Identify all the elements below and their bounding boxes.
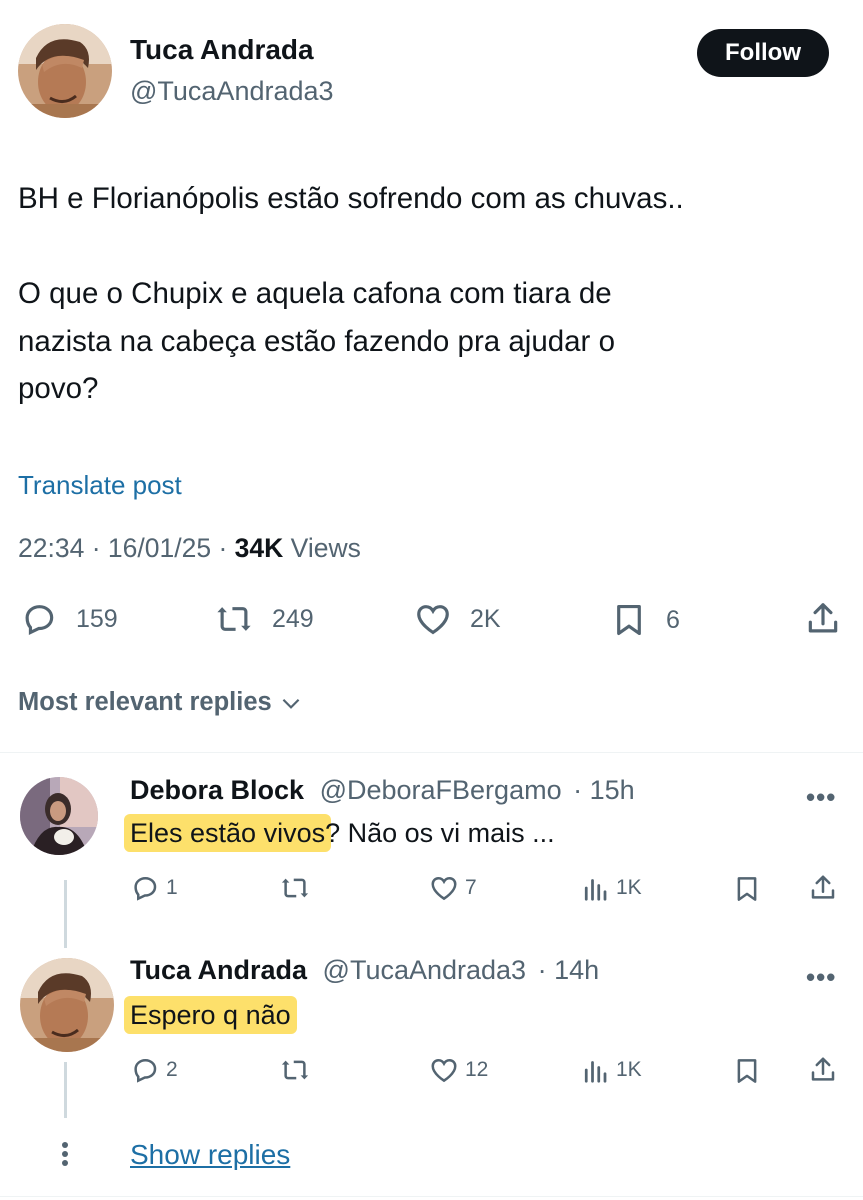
views-count: 1K xyxy=(616,876,642,899)
views-count: 34K xyxy=(234,533,284,563)
post-time[interactable]: 22:34 xyxy=(18,533,84,563)
post-text-line-4: povo? xyxy=(18,372,99,405)
show-replies-link[interactable]: Show replies xyxy=(130,1139,290,1171)
author-avatar[interactable] xyxy=(18,24,112,118)
thread-line xyxy=(64,1062,67,1118)
reply-action[interactable]: 1 xyxy=(130,873,178,903)
like-action[interactable]: 7 xyxy=(429,873,477,903)
share-icon xyxy=(811,1057,835,1081)
heart-icon xyxy=(417,605,449,635)
bookmark-action[interactable] xyxy=(732,873,762,905)
translate-post-link[interactable]: Translate post xyxy=(18,470,182,501)
more-options-icon[interactable]: ••• xyxy=(806,962,836,993)
reply-icon xyxy=(25,605,54,635)
share-action[interactable] xyxy=(808,1055,838,1085)
views-count: 1K xyxy=(616,1058,642,1081)
follow-button[interactable]: Follow xyxy=(697,29,829,77)
thread-continuation-icon xyxy=(61,1142,69,1169)
reply-action[interactable]: 159 xyxy=(20,600,118,638)
analytics-icon xyxy=(584,1061,607,1083)
bookmark-icon xyxy=(737,877,757,901)
divider xyxy=(0,1196,863,1197)
reply-text: Espero q não xyxy=(124,996,297,1034)
author-name[interactable]: Tuca Andrada xyxy=(130,34,314,66)
replies-sort-label: Most relevant replies xyxy=(18,688,272,716)
reply-count: 159 xyxy=(76,604,118,633)
like-count: 2K xyxy=(470,604,501,633)
meta-separator: · xyxy=(91,533,101,563)
repost-icon xyxy=(281,878,309,898)
reply-author-handle[interactable]: @DeboraFBergamo xyxy=(320,775,562,805)
post-date[interactable]: 16/01/25 xyxy=(108,533,211,563)
replies-sort-dropdown[interactable]: Most relevant replies xyxy=(18,688,304,717)
bookmark-icon xyxy=(737,1059,757,1083)
repost-action[interactable] xyxy=(279,873,317,903)
bookmark-action[interactable]: 6 xyxy=(610,600,680,640)
like-count: 12 xyxy=(465,1058,489,1081)
meta-separator: · xyxy=(218,533,228,563)
reply-age[interactable]: · 15h xyxy=(573,775,635,805)
reply-count: 1 xyxy=(166,876,178,899)
reply-header: Debora Block @DeboraFBergamo · 15h xyxy=(130,775,635,806)
reply-count: 2 xyxy=(166,1058,178,1081)
views-action[interactable]: 1K xyxy=(580,1055,642,1085)
post-text-line-3: nazista na cabeça estão fazendo pra ajud… xyxy=(18,325,615,358)
heart-icon xyxy=(431,1058,457,1083)
like-action[interactable]: 12 xyxy=(429,1055,488,1085)
like-count: 7 xyxy=(465,876,477,899)
repost-icon xyxy=(281,1060,309,1080)
reply-author-name[interactable]: Tuca Andrada xyxy=(130,955,307,985)
views-action[interactable]: 1K xyxy=(580,873,642,903)
repost-action[interactable]: 249 xyxy=(214,600,314,638)
reply-icon xyxy=(134,1058,157,1083)
reply-text-rest: ? Não os vi mais ... xyxy=(325,818,555,848)
post-meta: 22:34 · 16/01/25 · 34K Views xyxy=(18,533,361,564)
author-handle[interactable]: @TucaAndrada3 xyxy=(130,76,334,107)
reply-header: Tuca Andrada @TucaAndrada3 · 14h xyxy=(130,955,599,986)
reply-text-highlighted: Espero q não xyxy=(124,996,297,1034)
repost-count: 249 xyxy=(272,604,314,633)
heart-icon xyxy=(431,876,457,901)
post-text-line-1: BH e Florianópolis estão sofrendo com as… xyxy=(18,182,684,215)
reply-action[interactable]: 2 xyxy=(130,1055,178,1085)
share-action[interactable] xyxy=(808,873,838,903)
reply-text: Eles estão vivos? Não os vi mais ... xyxy=(124,814,555,852)
post-text-line-2: O que o Chupix e aquela cafona com tiara… xyxy=(18,277,612,310)
repost-action[interactable] xyxy=(279,1055,317,1085)
reply-author-handle[interactable]: @TucaAndrada3 xyxy=(323,955,527,985)
thread-line xyxy=(64,880,67,948)
share-icon xyxy=(811,875,835,899)
divider xyxy=(0,752,863,753)
bookmark-action[interactable] xyxy=(732,1055,762,1087)
reply-avatar[interactable] xyxy=(20,958,114,1052)
bookmark-count: 6 xyxy=(666,605,680,634)
repost-icon xyxy=(217,607,251,631)
reply-author-name[interactable]: Debora Block xyxy=(130,775,304,805)
reply-icon xyxy=(134,876,157,901)
reply-age[interactable]: · 14h xyxy=(538,955,600,985)
like-action[interactable]: 2K xyxy=(414,600,501,638)
analytics-icon xyxy=(584,879,607,901)
reply-avatar[interactable] xyxy=(20,777,98,855)
bookmark-icon xyxy=(617,604,641,636)
chevron-down-icon xyxy=(282,698,300,709)
more-options-icon[interactable]: ••• xyxy=(806,782,836,813)
share-icon xyxy=(808,603,838,633)
reply-text-highlighted: Eles estão vivos xyxy=(124,814,332,852)
share-action[interactable] xyxy=(804,600,842,638)
views-label: Views xyxy=(290,533,361,563)
